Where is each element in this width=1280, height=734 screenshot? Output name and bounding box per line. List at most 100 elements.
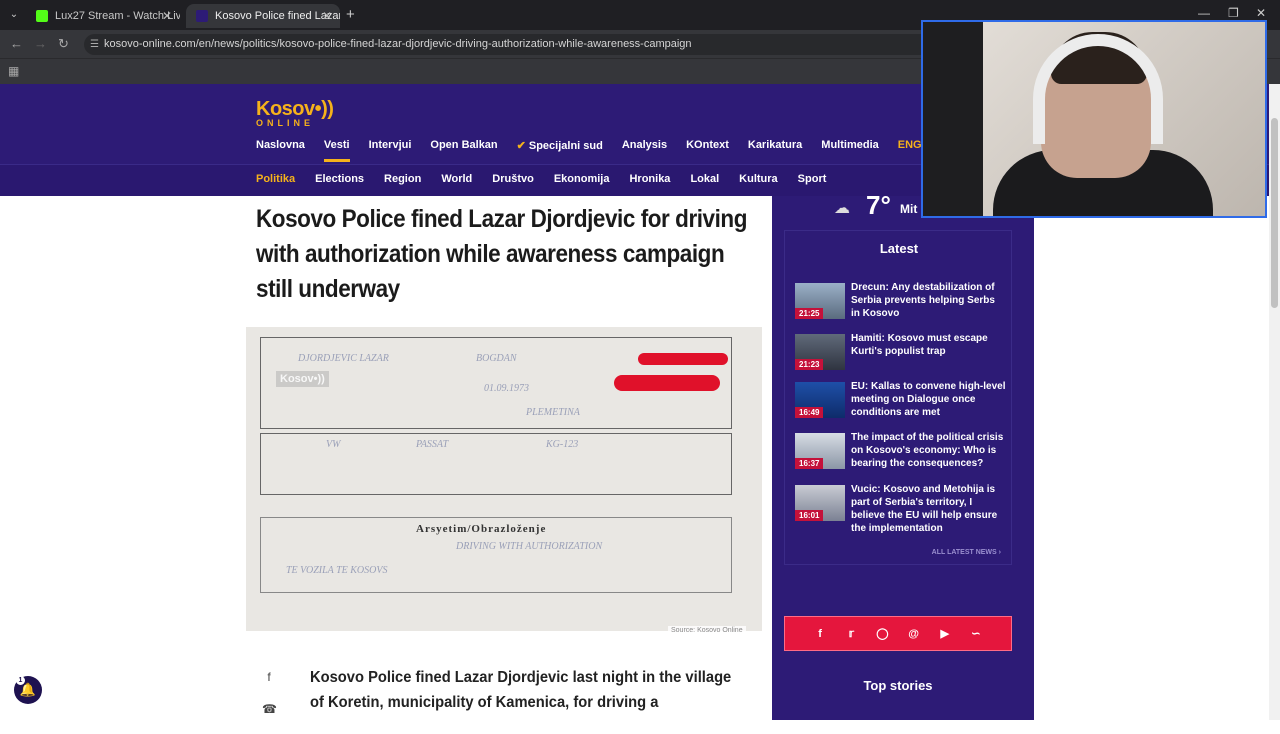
article-lead: Kosovo Police fined Lazar Djordjevic las…	[310, 669, 732, 711]
redaction-mark	[638, 353, 728, 365]
latest-title: Latest	[879, 241, 919, 256]
news-thumbnail: 16:01	[795, 485, 845, 521]
subnav-item-politika[interactable]: Politika	[256, 173, 295, 185]
reload-icon[interactable]: ↻	[58, 36, 69, 52]
site-logo[interactable]: Kosov•)) ONLINE	[256, 98, 334, 128]
subnav-item-sport[interactable]: Sport	[798, 173, 827, 185]
headphones-icon	[1033, 34, 1163, 144]
verified-badge-icon: ✔	[516, 140, 526, 152]
new-tab-icon[interactable]: +	[346, 6, 355, 23]
close-window-icon[interactable]: ✕	[1256, 6, 1266, 20]
news-title: The impact of the political crisis on Ko…	[851, 432, 1004, 469]
all-latest-news-link[interactable]: ALL LATEST NEWS ›	[932, 549, 1001, 556]
news-thumbnail: 21:23	[795, 334, 845, 370]
photo-watermark: Kosov•))	[276, 371, 329, 387]
nav-item-label: Specijalni sud	[528, 140, 603, 152]
news-time: 16:37	[795, 458, 824, 469]
forward-icon[interactable]: →	[34, 36, 47, 51]
subnav-item-ekonomija[interactable]: Ekonomija	[554, 173, 610, 185]
news-time: 21:25	[795, 308, 824, 319]
subnav-item-lokal[interactable]: Lokal	[690, 173, 719, 185]
redaction-mark	[614, 375, 720, 391]
nav-item-analysis[interactable]: Analysis	[622, 139, 667, 161]
nav-item-naslovna[interactable]: Naslovna	[256, 139, 305, 161]
top-stories-panel: Top stories	[784, 664, 1012, 720]
close-tab-icon[interactable]: ✕	[322, 9, 332, 23]
nav-item-kontext[interactable]: KOntext	[686, 139, 729, 161]
news-item[interactable]: 16:37 The impact of the political crisis…	[795, 431, 1010, 475]
close-tab-icon[interactable]: ✕	[162, 9, 172, 23]
main-nav: Naslovna Vesti Intervjui Open Balkan ✔ Sp…	[256, 139, 966, 162]
minimize-icon[interactable]: —	[1198, 6, 1210, 20]
instagram-icon[interactable]: ◯	[874, 627, 890, 640]
subnav-item-world[interactable]: World	[441, 173, 472, 185]
latest-news-panel: Latest 21:25 Drecun: Any destabilization…	[784, 230, 1012, 565]
handwriting: 01.09.1973	[484, 383, 529, 394]
facebook-share-icon[interactable]: f	[262, 670, 276, 684]
kosovo-online-favicon-icon	[196, 10, 208, 22]
tab-search-dropdown-icon[interactable]: ⌄	[6, 7, 22, 23]
form-title: Arsyetim/Obrazloženje	[416, 523, 547, 535]
handwriting: VW	[326, 439, 341, 450]
news-time: 16:01	[795, 510, 824, 521]
notification-count: 1	[16, 676, 25, 685]
handwriting: PLEMETINA	[526, 407, 580, 418]
threads-icon[interactable]: @	[906, 628, 922, 640]
nav-item-specijalni-sud[interactable]: ✔ Specijalni sud	[517, 139, 603, 161]
article-photo[interactable]: DJORDJEVIC LAZAR BOGDAN 01.09.1973 PLEME…	[246, 327, 762, 631]
news-title: EU: Kallas to convene high-level meeting…	[851, 381, 1006, 418]
news-title: Drecun: Any destabilization of Serbia pr…	[851, 282, 995, 319]
social-links-bar: f 𝕣 ◯ @ ▶ ∽	[784, 616, 1012, 651]
scrollbar-thumb[interactable]	[1271, 118, 1278, 308]
handwriting: BOGDAN	[476, 353, 517, 364]
facebook-icon[interactable]: f	[812, 628, 828, 640]
notification-bell-icon[interactable]: 🔔 1	[14, 676, 42, 704]
kick-favicon-icon	[36, 10, 48, 22]
news-item[interactable]: 21:23 Hamiti: Kosovo must escape Kurti's…	[795, 332, 1010, 376]
news-time: 16:49	[795, 407, 824, 418]
nav-item-karikatura[interactable]: Karikatura	[748, 139, 802, 161]
webcam-background	[923, 22, 983, 216]
subnav-item-drustvo[interactable]: Društvo	[492, 173, 534, 185]
handwriting: KG-123	[546, 439, 579, 450]
subnav-item-elections[interactable]: Elections	[315, 173, 364, 185]
url-text: kosovo-online.com/en/news/politics/kosov…	[104, 38, 692, 50]
subnav-item-region[interactable]: Region	[384, 173, 421, 185]
news-title: Vucic: Kosovo and Metohija is part of Se…	[851, 484, 998, 534]
browser-tab[interactable]: Lux27 Stream - Watch Live on K ✕	[26, 4, 180, 28]
rss-icon[interactable]: ∽	[968, 627, 984, 640]
nav-item-vesti[interactable]: Vesti	[323, 139, 350, 162]
weather-temp: 7°	[866, 190, 891, 220]
apps-grid-icon[interactable]: ▦	[8, 64, 19, 78]
news-time: 21:23	[795, 359, 824, 370]
nav-item-multimedia[interactable]: Multimedia	[821, 139, 878, 161]
handwriting: TE VOZILA TE KOSOVS	[286, 565, 388, 576]
cloud-icon: ☁	[834, 200, 850, 217]
news-item[interactable]: 21:25 Drecun: Any destabilization of Ser…	[795, 281, 1010, 325]
photo-source: Source: Kosovo Online	[668, 626, 746, 635]
news-thumbnail: 21:25	[795, 283, 845, 319]
site-info-icon[interactable]: ☰	[90, 34, 99, 55]
handwriting: DJORDJEVIC LAZAR	[298, 353, 389, 364]
article-headline: Kosovo Police fined Lazar Djordjevic for…	[256, 205, 748, 303]
news-item[interactable]: 16:01 Vucic: Kosovo and Metohija is part…	[795, 483, 1010, 534]
nav-item-intervjui[interactable]: Intervjui	[369, 139, 412, 161]
viber-share-icon[interactable]: ☎	[262, 702, 277, 716]
news-thumbnail: 16:37	[795, 433, 845, 469]
handwriting: PASSAT	[416, 439, 449, 450]
nav-item-open-balkan[interactable]: Open Balkan	[430, 139, 497, 161]
browser-tab-active[interactable]: Kosovo Police fined Lazar Djord ✕	[186, 4, 340, 28]
youtube-icon[interactable]: ▶	[937, 627, 953, 640]
news-title: Hamiti: Kosovo must escape Kurti's popul…	[851, 333, 988, 357]
handwriting: DRIVING WITH AUTHORIZATION	[456, 541, 603, 552]
twitter-icon[interactable]: 𝕣	[843, 627, 859, 640]
subnav-item-hronika[interactable]: Hronika	[629, 173, 670, 185]
share-bar: f ☎	[262, 670, 277, 734]
weather-city: Mit	[900, 202, 918, 216]
maximize-icon[interactable]: ❐	[1228, 6, 1239, 20]
logo-text: Kosov•))	[256, 98, 334, 120]
back-icon[interactable]: ←	[10, 36, 23, 51]
page-scrollbar[interactable]	[1269, 84, 1280, 720]
news-item[interactable]: 16:49 EU: Kallas to convene high-level m…	[795, 380, 1010, 424]
subnav-item-kultura[interactable]: Kultura	[739, 173, 778, 185]
